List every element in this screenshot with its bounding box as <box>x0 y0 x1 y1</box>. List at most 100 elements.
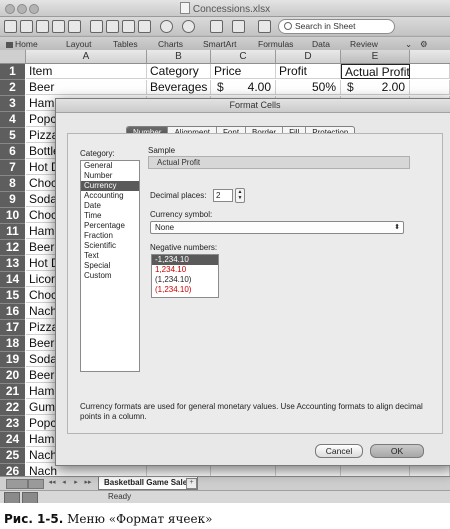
currency-symbol-select[interactable]: None ⬍ <box>150 221 404 234</box>
open-icon[interactable] <box>36 20 49 33</box>
row-header[interactable]: 19 <box>0 352 25 368</box>
row-header[interactable]: 6 <box>0 144 25 160</box>
category-item[interactable]: Date <box>81 201 139 211</box>
row-header[interactable]: 12 <box>0 240 25 256</box>
first-sheet-icon[interactable]: ◂◂ <box>48 479 56 487</box>
row-header[interactable]: 22 <box>0 400 25 416</box>
ribbon-tab-home[interactable]: Home <box>6 39 38 49</box>
row-header[interactable]: 3 <box>0 96 25 112</box>
page-layout-view-button[interactable] <box>28 479 44 489</box>
ribbon-collapse-icon[interactable]: ⌄ <box>405 39 412 50</box>
row-header[interactable]: 26 <box>0 464 25 476</box>
cell-a[interactable]: Beer <box>26 80 147 95</box>
ribbon-tab-review[interactable]: Review <box>350 39 378 49</box>
undo-icon[interactable] <box>160 20 173 33</box>
column-header-d[interactable]: D <box>276 50 341 64</box>
cancel-button[interactable]: Cancel <box>315 444 363 458</box>
category-item[interactable]: Currency <box>81 181 139 191</box>
ribbon-tab-charts[interactable]: Charts <box>158 39 183 49</box>
ribbon-tab-smartart[interactable]: SmartArt <box>203 39 237 49</box>
row-header[interactable]: 1 <box>0 64 25 80</box>
category-item[interactable]: Percentage <box>81 221 139 231</box>
row-header[interactable]: 11 <box>0 224 25 240</box>
normal-view-button[interactable] <box>6 479 28 489</box>
sheet-tab-basketball-game-sales[interactable]: Basketball Game Sales <box>98 477 198 490</box>
row-header[interactable]: 2 <box>0 80 25 96</box>
new-workbook-icon[interactable] <box>4 20 17 33</box>
column-header-b[interactable]: B <box>147 50 211 64</box>
category-item[interactable]: Number <box>81 171 139 181</box>
category-item[interactable]: Text <box>81 251 139 261</box>
category-item[interactable]: Accounting <box>81 191 139 201</box>
negative-option-2[interactable]: 1,234.10 <box>152 265 218 275</box>
ok-button[interactable]: OK <box>370 444 424 458</box>
format-painter-icon[interactable] <box>138 20 151 33</box>
paste-icon[interactable] <box>122 20 135 33</box>
layout-view-icon[interactable] <box>22 492 38 503</box>
row-header[interactable]: 21 <box>0 384 25 400</box>
column-header-a[interactable]: A <box>26 50 147 64</box>
ribbon-settings-icon[interactable]: ⚙ <box>420 39 428 50</box>
category-item[interactable]: Custom <box>81 271 139 281</box>
cell-c[interactable]: Price <box>211 64 276 79</box>
row-header[interactable]: 10 <box>0 208 25 224</box>
negative-option-3[interactable]: (1,234.10) <box>152 275 218 285</box>
cell-e[interactable]: Actual Profit <box>341 64 410 79</box>
row-header[interactable]: 13 <box>0 256 25 272</box>
column-header-f[interactable] <box>410 50 450 64</box>
add-sheet-button[interactable]: + <box>186 478 197 489</box>
cell-d[interactable]: Profit <box>276 64 341 79</box>
row-header[interactable]: 7 <box>0 160 25 176</box>
next-sheet-icon[interactable]: ▸ <box>72 479 80 487</box>
prev-sheet-icon[interactable]: ◂ <box>60 479 68 487</box>
normal-view-icon[interactable] <box>4 492 20 503</box>
category-item[interactable]: Scientific <box>81 241 139 251</box>
ribbon-tab-formulas[interactable]: Formulas <box>258 39 293 49</box>
decimal-places-stepper[interactable]: ▲ ▼ <box>235 188 245 203</box>
save-icon[interactable] <box>52 20 65 33</box>
category-item[interactable]: Fraction <box>81 231 139 241</box>
cell-d[interactable]: 50% <box>276 80 341 95</box>
cell-f[interactable] <box>410 64 450 79</box>
cell-b[interactable]: Category <box>147 64 211 79</box>
row-header[interactable]: 25 <box>0 448 25 464</box>
category-item[interactable]: General <box>81 161 139 171</box>
category-item[interactable]: Special <box>81 261 139 271</box>
cut-icon[interactable] <box>90 20 103 33</box>
ribbon-tab-layout[interactable]: Layout <box>66 39 92 49</box>
row-header[interactable]: 14 <box>0 272 25 288</box>
view-toggle-icon[interactable] <box>258 20 271 33</box>
ribbon-tab-data[interactable]: Data <box>312 39 330 49</box>
row-header[interactable]: 4 <box>0 112 25 128</box>
copy-icon[interactable] <box>106 20 119 33</box>
row-header[interactable]: 9 <box>0 192 25 208</box>
row-header[interactable]: 18 <box>0 336 25 352</box>
sort-icon[interactable] <box>232 20 245 33</box>
row-header[interactable]: 20 <box>0 368 25 384</box>
row-header[interactable]: 15 <box>0 288 25 304</box>
column-header-e[interactable]: E <box>341 50 410 64</box>
column-header-c[interactable]: C <box>211 50 276 64</box>
negative-numbers-list[interactable]: -1,234.10 1,234.10 (1,234.10) (1,234.10) <box>151 254 219 298</box>
autosum-icon[interactable] <box>210 20 223 33</box>
category-item[interactable]: Time <box>81 211 139 221</box>
row-header[interactable]: 24 <box>0 432 25 448</box>
row-header[interactable]: 16 <box>0 304 25 320</box>
last-sheet-icon[interactable]: ▸▸ <box>84 479 92 487</box>
print-icon[interactable] <box>68 20 81 33</box>
row-header[interactable]: 17 <box>0 320 25 336</box>
select-all-corner[interactable] <box>0 50 26 64</box>
ribbon-tab-tables[interactable]: Tables <box>113 39 138 49</box>
cell-a[interactable]: Item <box>26 64 147 79</box>
decimal-places-field[interactable]: 2 <box>213 189 233 202</box>
redo-icon[interactable] <box>182 20 195 33</box>
category-list[interactable]: General Number Currency Accounting Date Time P… <box>80 160 140 372</box>
cell-b[interactable]: Beverages <box>147 80 211 95</box>
negative-option-1[interactable]: -1,234.10 <box>152 255 218 265</box>
negative-option-4[interactable]: (1,234.10) <box>152 285 218 295</box>
row-header[interactable]: 8 <box>0 176 25 192</box>
cell-f[interactable] <box>410 80 450 95</box>
row-header[interactable]: 23 <box>0 416 25 432</box>
search-sheet-field[interactable]: Search in Sheet <box>278 19 395 34</box>
row-header[interactable]: 5 <box>0 128 25 144</box>
